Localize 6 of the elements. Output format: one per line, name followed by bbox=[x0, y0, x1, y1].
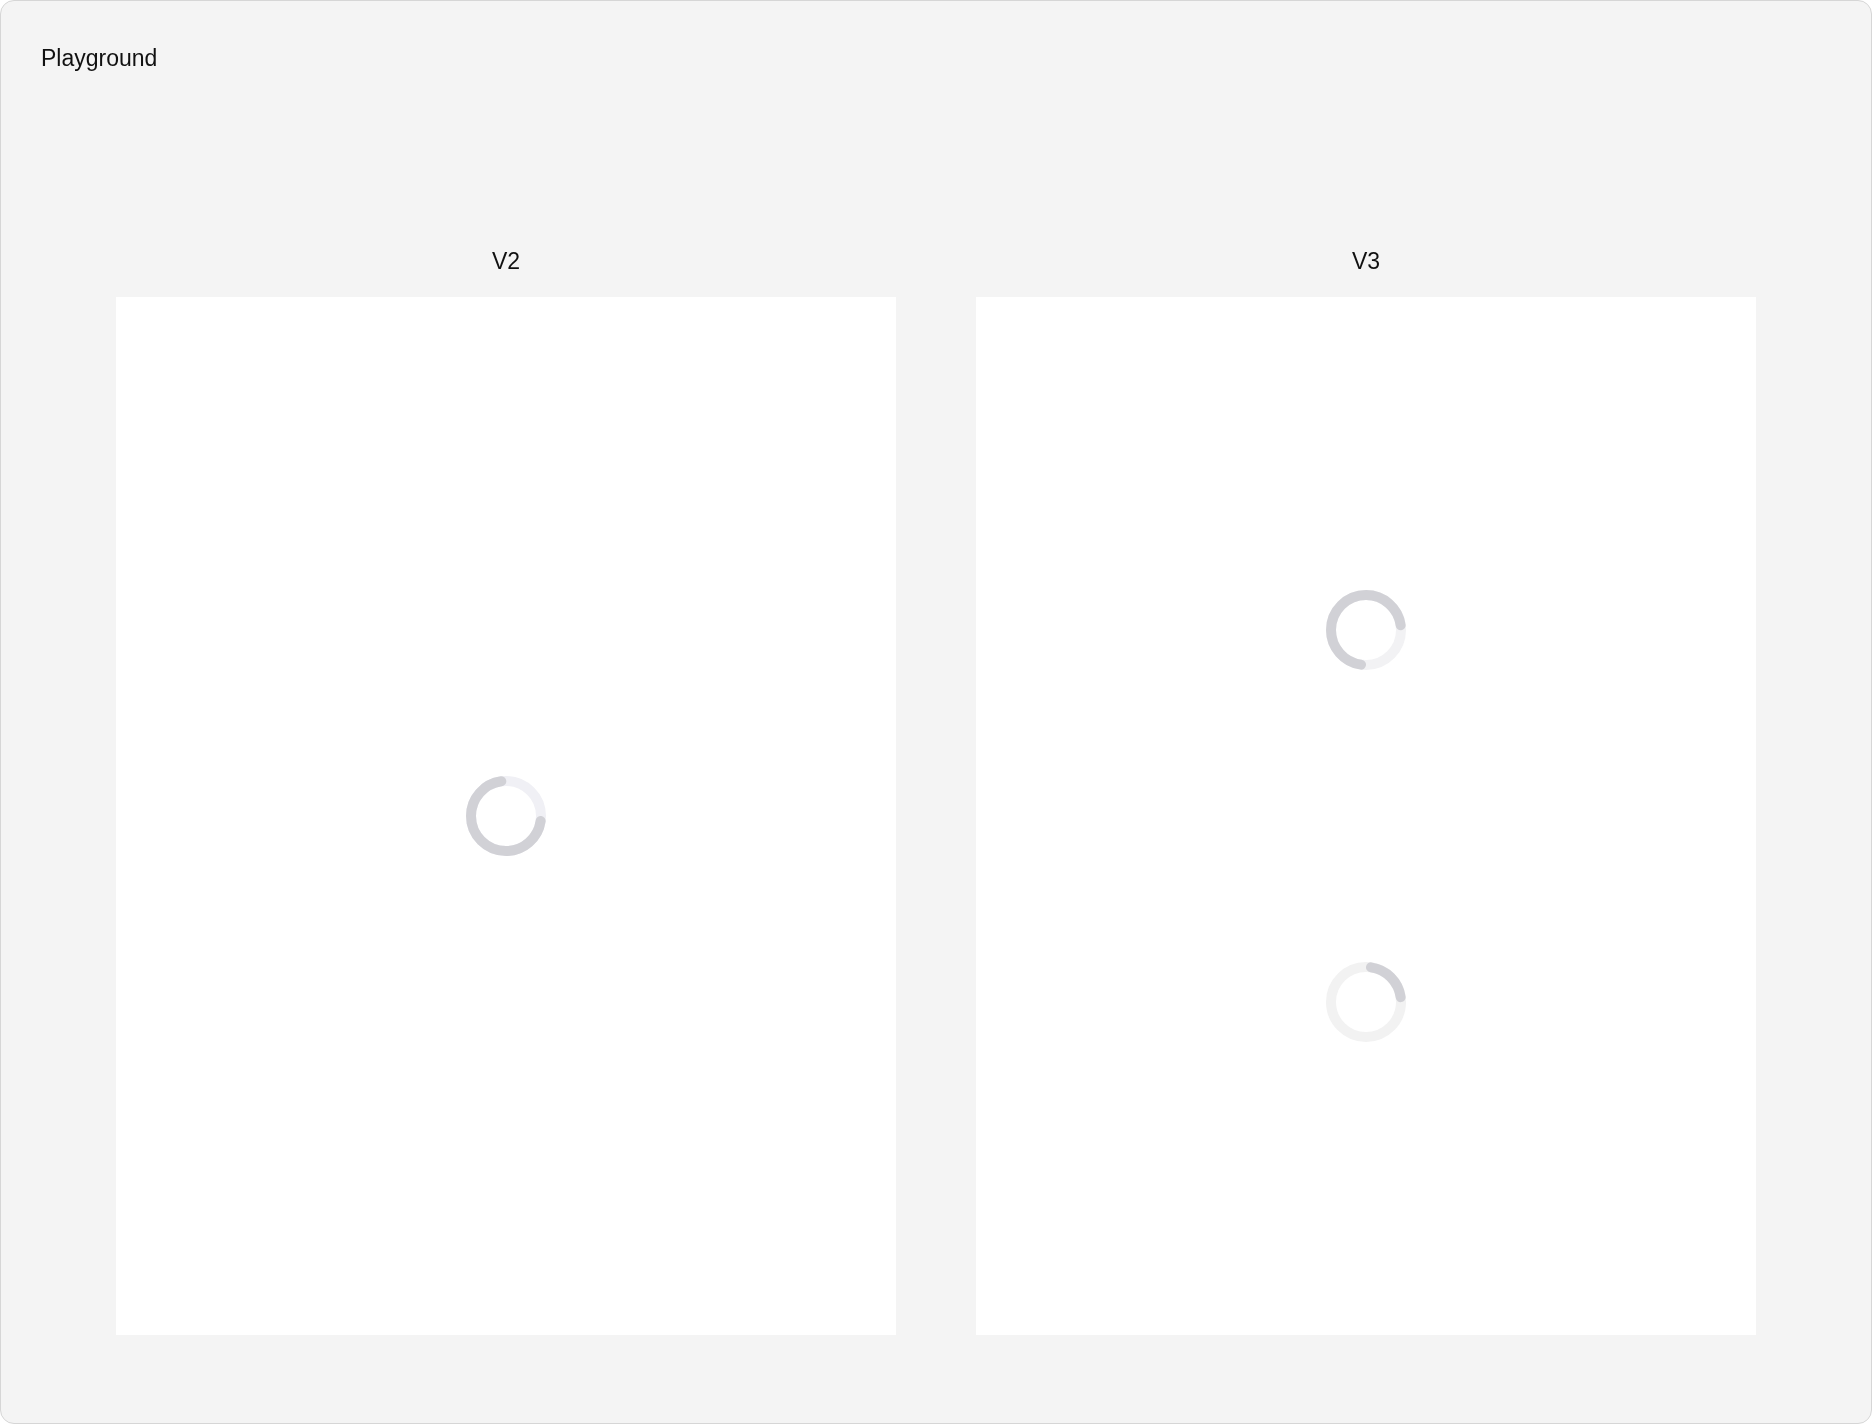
panel-label: V2 bbox=[491, 247, 521, 275]
window-title: Playground bbox=[40, 44, 158, 73]
spinner-icon bbox=[466, 776, 546, 856]
spinner-icon bbox=[1326, 962, 1406, 1043]
spinner-icon bbox=[1326, 589, 1406, 670]
panel-label: V3 bbox=[1351, 247, 1381, 275]
